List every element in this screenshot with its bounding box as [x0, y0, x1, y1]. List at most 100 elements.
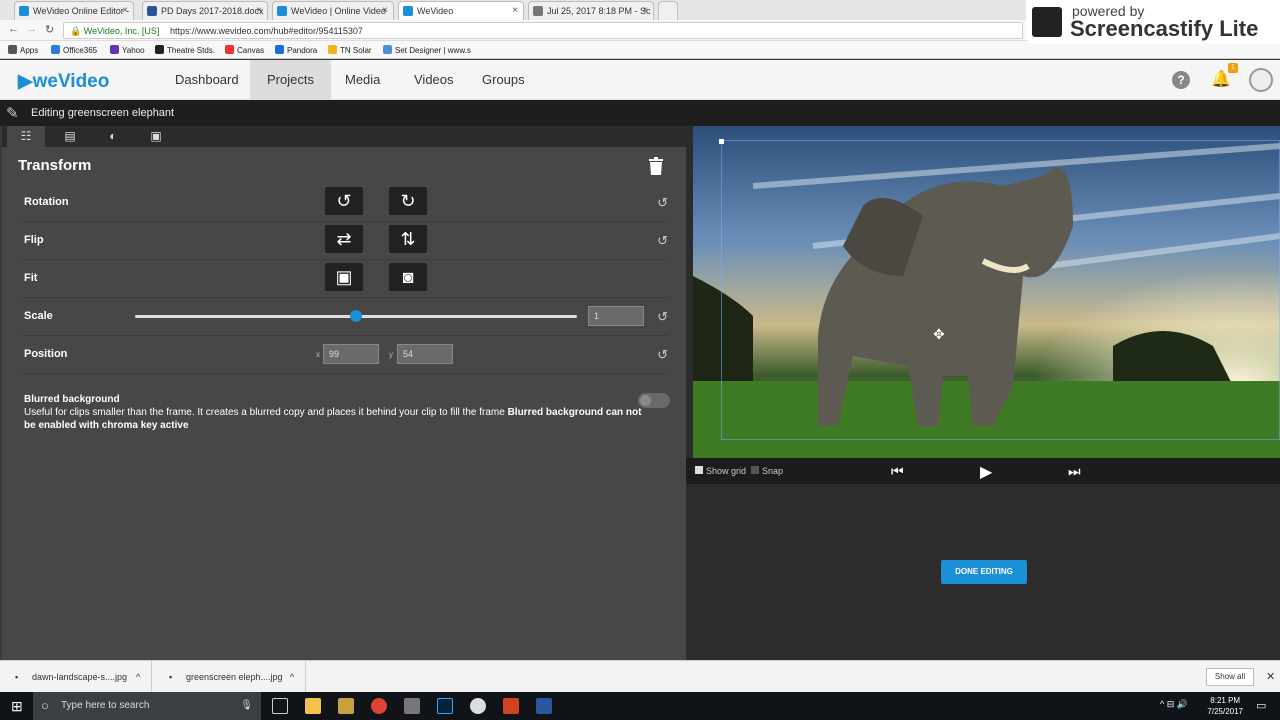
browser-tab[interactable]: PD Days 2017-2018.docx × [142, 1, 268, 20]
close-icon[interactable]: × [256, 5, 262, 16]
apps-grid-icon [8, 45, 17, 54]
chrome-icon[interactable] [371, 698, 387, 714]
close-icon[interactable]: × [382, 5, 388, 16]
rotate-right-button[interactable]: ↻ [389, 187, 427, 215]
wevideo-logo[interactable]: ▶weVideo [18, 70, 109, 93]
windows-start-icon[interactable]: ⊞ [11, 698, 23, 715]
fill-button[interactable]: ◙ [389, 263, 427, 291]
editing-bar: ✎ Editing greenscreen elephant [0, 100, 1280, 126]
done-editing-button[interactable]: DONE EDITING [941, 560, 1027, 584]
tab-color[interactable]: ◐ [94, 126, 132, 147]
position-x-input[interactable]: 99 [323, 344, 379, 364]
scale-slider-handle[interactable] [350, 310, 362, 322]
bookmark-yahoo[interactable]: Yahoo [110, 45, 145, 55]
taskbar-clock[interactable]: 8:21 PM 7/25/2017 [1207, 695, 1243, 717]
video-preview[interactable]: ✥ [693, 126, 1280, 458]
snap-checkbox[interactable] [751, 466, 759, 474]
flip-horizontal-button[interactable]: ⇄ [325, 225, 363, 253]
nav-projects[interactable]: Projects [250, 60, 331, 100]
nav-media[interactable]: Media [328, 60, 397, 100]
page-icon [383, 45, 392, 54]
bookmark-theatre[interactable]: Theatre Stds. [155, 45, 215, 55]
task-view-icon[interactable] [272, 698, 288, 714]
nav-groups[interactable]: Groups [465, 60, 542, 100]
fit-button[interactable]: ▣ [325, 263, 363, 291]
skip-back-icon[interactable]: ⏮ [891, 463, 904, 480]
fit-row: Fit ▣ ◙ [22, 260, 668, 298]
word-favicon-icon [147, 6, 157, 16]
tab-chroma[interactable]: ▣ [137, 126, 175, 147]
trash-icon[interactable] [648, 157, 664, 175]
back-icon[interactable]: ← [8, 23, 19, 35]
toggle-knob [640, 395, 651, 406]
fit-frame-icon: ▣ [335, 267, 353, 287]
app-icon[interactable] [470, 698, 486, 714]
bookmark-canvas[interactable]: Canvas [225, 45, 264, 55]
reset-icon[interactable]: ↺ [657, 233, 668, 249]
skip-forward-icon[interactable]: ⏭ [1068, 463, 1081, 480]
rotate-left-button[interactable]: ↺ [325, 187, 363, 215]
show-grid-checkbox[interactable] [695, 466, 703, 474]
new-tab-button[interactable] [658, 1, 678, 20]
tab-transform[interactable]: ☷ [7, 126, 45, 147]
browser-tab[interactable]: WeVideo | Online Video × [272, 1, 394, 20]
url-field[interactable]: 🔒 WeVideo, Inc. [US] https://www.wevideo… [63, 22, 1023, 39]
download-item[interactable]: ▪ greenscreen eleph....jpg ^ [154, 661, 306, 693]
help-icon[interactable]: ? [1172, 71, 1190, 89]
nav-videos[interactable]: Videos [397, 60, 471, 100]
system-tray-icons[interactable]: ^ ⊟ 🔊 [1160, 699, 1188, 710]
search-icon: ○ [41, 698, 49, 713]
word-icon[interactable] [536, 698, 552, 714]
bookmark-pandora[interactable]: Pandora [275, 45, 317, 55]
powerpoint-icon[interactable] [503, 698, 519, 714]
film-icon [1032, 7, 1062, 37]
reset-icon[interactable]: ↺ [657, 309, 668, 325]
download-item[interactable]: ▪ dawn-landscape-s....jpg ^ [0, 661, 152, 693]
blurred-background-toggle[interactable] [638, 393, 670, 408]
taskbar-search-input[interactable]: ○ Type here to search 🎙 [33, 692, 261, 720]
bookmark-set-designer[interactable]: Set Designer | www.s [383, 45, 471, 55]
notifications-icon[interactable]: ▭ [1256, 699, 1266, 712]
play-icon[interactable]: ▶ [980, 462, 992, 482]
tab-layers[interactable]: ▤ [51, 126, 89, 147]
reload-icon[interactable]: ↻ [45, 23, 54, 36]
bookmark-office365[interactable]: Office365 [51, 45, 97, 55]
position-y-input[interactable]: 54 [397, 344, 453, 364]
image-file-icon: ▪ [169, 672, 173, 682]
canvas-icon [225, 45, 234, 54]
chevron-up-icon[interactable]: ^ [290, 661, 294, 693]
close-icon[interactable]: × [122, 5, 128, 16]
close-icon[interactable]: × [642, 5, 648, 16]
scale-input[interactable]: 1 [588, 306, 644, 326]
file-explorer-icon[interactable] [305, 698, 321, 714]
reset-icon[interactable]: ↺ [657, 347, 668, 363]
media-player-icon[interactable] [338, 698, 354, 714]
bookmark-tn-solar[interactable]: TN Solar [328, 45, 372, 55]
avatar[interactable] [1249, 68, 1273, 92]
selection-box[interactable] [721, 140, 1280, 440]
close-icon[interactable]: × [512, 5, 518, 16]
browser-tab-active[interactable]: WeVideo × [398, 1, 524, 20]
pencil-icon: ✎ [6, 105, 19, 122]
fill-frame-icon: ◙ [402, 267, 414, 287]
reset-icon[interactable]: ↺ [657, 195, 668, 211]
bookmark-apps[interactable]: Apps [8, 45, 38, 55]
photoshop-icon[interactable] [437, 698, 453, 714]
flip-vertical-button[interactable]: ⇅ [389, 225, 427, 253]
image-file-icon: ▪ [15, 672, 19, 682]
close-icon[interactable]: ✕ [1266, 670, 1275, 683]
app-header: ▶weVideo Dashboard Projects Media Videos… [0, 60, 1280, 100]
chevron-up-icon[interactable]: ^ [136, 661, 140, 693]
sliders-icon: ☷ [20, 129, 32, 143]
bell-icon[interactable]: 🔔 [1211, 71, 1231, 89]
wevideo-favicon-icon [403, 6, 413, 16]
browser-tab[interactable]: WeVideo Online Editor - × [14, 1, 134, 20]
browser-tab[interactable]: Jul 25, 2017 8:18 PM - Sc × [528, 1, 654, 20]
calculator-icon[interactable] [404, 698, 420, 714]
scale-row: Scale 1 ↺ [22, 298, 668, 336]
resize-handle[interactable] [719, 139, 724, 144]
lock-icon: 🔒 [70, 26, 82, 36]
show-all-button[interactable]: Show all [1206, 668, 1254, 686]
forward-icon[interactable]: → [26, 23, 37, 35]
nav-dashboard[interactable]: Dashboard [158, 60, 256, 100]
